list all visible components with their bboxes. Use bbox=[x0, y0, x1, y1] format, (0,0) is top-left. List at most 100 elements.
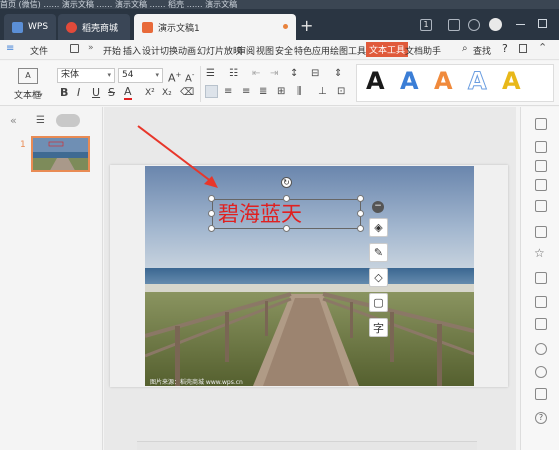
menu-slideshow[interactable]: 幻灯片放映 bbox=[197, 44, 242, 57]
menu-transition[interactable]: 切换 bbox=[160, 44, 178, 57]
text-direction-icon[interactable]: ⊟ bbox=[311, 67, 319, 81]
search-button[interactable]: 查找 bbox=[473, 44, 491, 57]
tab-document[interactable]: 演示文稿1 bbox=[134, 14, 296, 40]
menu-special-apps[interactable]: 特色应用 bbox=[294, 44, 330, 57]
numbered-list-icon[interactable]: ☷ bbox=[229, 67, 238, 81]
window-count-badge[interactable]: 1 bbox=[420, 19, 432, 31]
italic-button[interactable]: I bbox=[77, 86, 80, 100]
menu-doc-helper[interactable]: 文档助手 bbox=[405, 44, 441, 57]
slide-thumbnail[interactable] bbox=[31, 136, 90, 172]
align-right-icon[interactable]: ≡ bbox=[242, 85, 250, 99]
art-style-orange[interactable]: A bbox=[434, 66, 453, 96]
subscript-button[interactable]: X₂ bbox=[162, 86, 172, 100]
minimize-icon[interactable] bbox=[516, 24, 525, 25]
menu-text-tools[interactable]: 文本工具 bbox=[366, 42, 409, 57]
align-center-icon[interactable]: ≡ bbox=[224, 85, 232, 99]
fill-icon[interactable]: ◇ bbox=[369, 268, 388, 287]
resize-handle[interactable] bbox=[357, 195, 364, 202]
increase-font-icon[interactable]: A+ bbox=[168, 68, 181, 86]
box-icon[interactable] bbox=[535, 272, 547, 284]
outline-icon[interactable]: ▢ bbox=[369, 293, 388, 312]
rotate-handle-icon[interactable]: ↻ bbox=[281, 177, 292, 188]
menu-animation[interactable]: 动画 bbox=[178, 44, 196, 57]
line-spacing-icon[interactable]: ↕ bbox=[290, 67, 298, 81]
help-button[interactable]: ? bbox=[502, 42, 508, 55]
strikethrough-button[interactable]: S bbox=[108, 86, 115, 100]
menu-review[interactable]: 审阅 bbox=[237, 44, 255, 57]
collapse-ribbon-icon[interactable]: ⌃ bbox=[538, 41, 547, 54]
horizontal-scrollbar[interactable] bbox=[137, 441, 477, 450]
maximize-icon[interactable] bbox=[538, 19, 547, 28]
menu-view[interactable]: 视图 bbox=[256, 44, 274, 57]
resize-handle[interactable] bbox=[208, 225, 215, 232]
collapse-toolbar-icon[interactable]: − bbox=[372, 201, 384, 213]
history-icon[interactable] bbox=[535, 366, 547, 378]
share-icon[interactable] bbox=[519, 44, 527, 53]
resize-handle[interactable] bbox=[283, 195, 290, 202]
resize-handle[interactable] bbox=[357, 210, 364, 217]
resize-handle[interactable] bbox=[208, 210, 215, 217]
justify-icon[interactable]: ≣ bbox=[259, 85, 267, 99]
menu-home[interactable]: 开始 bbox=[103, 44, 121, 57]
decrease-font-icon[interactable]: A- bbox=[185, 68, 194, 86]
art-style-outline[interactable]: A bbox=[468, 66, 488, 96]
slide-title-text[interactable]: 碧海蓝天 bbox=[218, 200, 302, 228]
properties-icon[interactable] bbox=[535, 141, 547, 153]
more-chevron-icon[interactable]: » bbox=[88, 43, 94, 53]
copy-icon[interactable] bbox=[535, 160, 547, 172]
star-icon[interactable]: ☆ bbox=[534, 246, 545, 260]
increase-indent-icon[interactable]: ⇥ bbox=[270, 67, 278, 81]
menu-file[interactable]: 文件 bbox=[30, 44, 48, 57]
search-icon[interactable]: ⌕ bbox=[462, 43, 468, 54]
bullet-list-icon[interactable]: ☰ bbox=[206, 67, 215, 81]
align-left-button[interactable] bbox=[205, 85, 218, 98]
tab-store[interactable]: 稻壳商城 bbox=[58, 14, 130, 40]
save-icon[interactable] bbox=[70, 44, 79, 53]
adjust-icon[interactable] bbox=[535, 200, 547, 212]
menu-security[interactable]: 安全 bbox=[275, 44, 293, 57]
bold-button[interactable]: B bbox=[60, 86, 68, 100]
decrease-indent-icon[interactable]: ⇤ bbox=[252, 67, 260, 81]
settings-icon[interactable] bbox=[468, 19, 480, 31]
menu-drawing-tools[interactable]: 绘图工具 bbox=[330, 44, 366, 57]
collapse-pane-icon[interactable]: « bbox=[10, 114, 17, 127]
resize-handle[interactable] bbox=[283, 225, 290, 232]
export-icon[interactable] bbox=[535, 296, 547, 308]
art-style-blue[interactable]: A bbox=[400, 66, 419, 96]
font-size-select[interactable]: 54 ▾ bbox=[118, 68, 163, 83]
resize-handle[interactable] bbox=[357, 225, 364, 232]
underline-button[interactable]: U bbox=[92, 86, 100, 100]
help-icon[interactable]: ? bbox=[535, 412, 547, 424]
textbox-icon[interactable]: A bbox=[18, 68, 38, 84]
format-icon[interactable] bbox=[535, 118, 547, 130]
font-color-button[interactable]: A bbox=[124, 86, 132, 100]
textbox-label[interactable]: 文本框 bbox=[14, 88, 41, 101]
art-style-black[interactable]: A bbox=[366, 66, 385, 96]
skin-icon[interactable] bbox=[448, 19, 460, 31]
tab-wps[interactable]: WPS bbox=[4, 14, 56, 40]
menu-insert[interactable]: 插入 bbox=[123, 44, 141, 57]
vertical-align-icon[interactable]: ⊥ bbox=[318, 85, 327, 99]
shield-icon[interactable] bbox=[535, 388, 547, 400]
distribute-icon[interactable]: ⊞ bbox=[277, 85, 285, 99]
new-tab-button[interactable]: + bbox=[300, 18, 313, 34]
paragraph-spacing-icon[interactable]: ⇕ bbox=[334, 67, 342, 81]
target-icon[interactable] bbox=[535, 343, 547, 355]
menu-design[interactable]: 设计 bbox=[142, 44, 160, 57]
layers-icon[interactable]: ◈ bbox=[369, 218, 388, 237]
text-fit-icon[interactable]: ⊡ bbox=[337, 85, 345, 99]
columns-icon[interactable]: ⫼ bbox=[297, 85, 302, 99]
superscript-button[interactable]: X² bbox=[145, 86, 155, 100]
slide-view-toggle[interactable] bbox=[56, 114, 80, 127]
outline-view-icon[interactable]: ☰ bbox=[36, 115, 45, 126]
font-name-select[interactable]: 宋体 ▾ bbox=[57, 68, 115, 83]
pen-icon[interactable]: ✎ bbox=[369, 243, 388, 262]
avatar[interactable] bbox=[489, 18, 502, 31]
image-icon[interactable] bbox=[535, 318, 547, 330]
art-style-gold[interactable]: A bbox=[502, 66, 521, 96]
hamburger-icon[interactable]: ≡ bbox=[6, 43, 14, 54]
textbox-dropdown-icon[interactable]: ▾ bbox=[39, 91, 43, 99]
document-icon[interactable] bbox=[535, 226, 547, 238]
text-format-icon[interactable]: 字 bbox=[369, 318, 388, 337]
clear-format-icon[interactable]: ⌫ bbox=[180, 86, 194, 100]
